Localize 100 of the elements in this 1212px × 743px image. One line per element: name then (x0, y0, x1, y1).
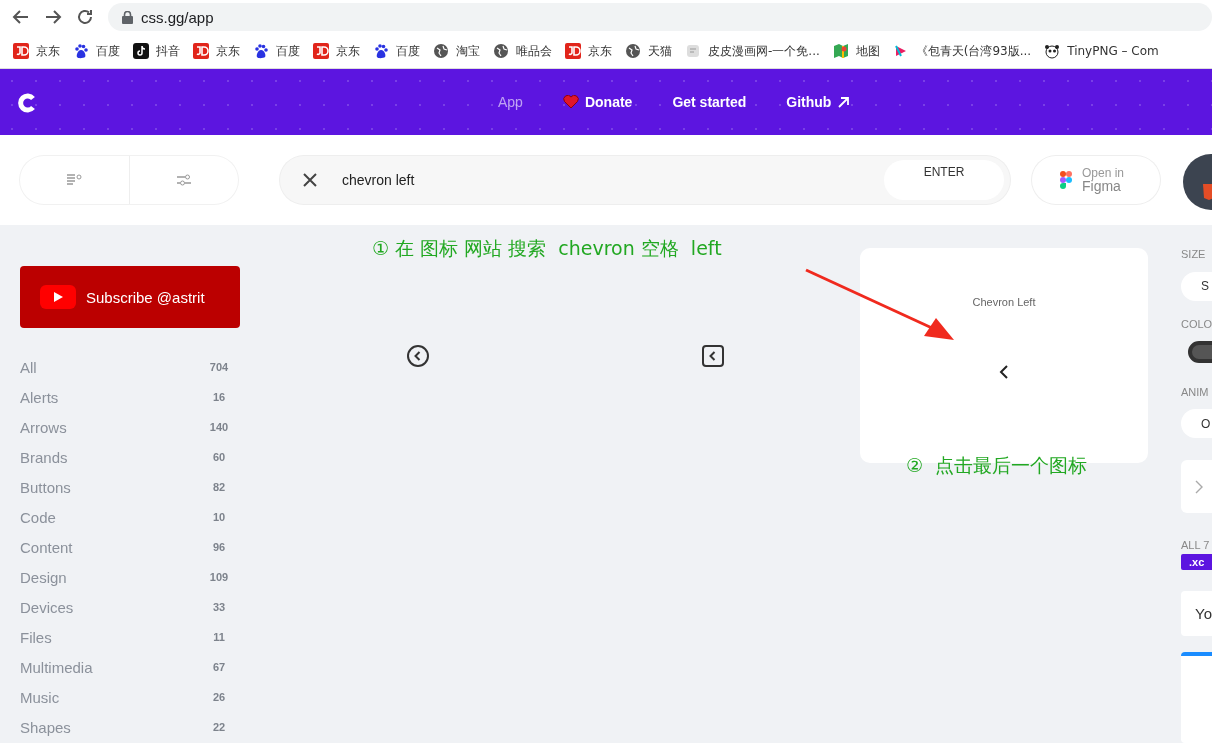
paw-icon (253, 43, 269, 59)
category-label: All (20, 358, 37, 376)
bookmark-label: 《包青天(台湾93版... (915, 42, 1032, 60)
size-select[interactable]: S (1181, 271, 1212, 301)
reload-icon[interactable] (76, 8, 94, 26)
bookmark[interactable]: 百度 (373, 42, 420, 60)
bookmark[interactable]: 百度 (253, 42, 300, 60)
all-label: ALL 7 (1181, 538, 1211, 553)
globe-icon (625, 43, 641, 59)
globe-icon (493, 43, 509, 59)
color-label: COLO (1181, 317, 1212, 332)
category-count: 11 (212, 631, 226, 643)
bookmark[interactable]: 唯品会 (493, 42, 552, 60)
figma-button[interactable]: Open in Figma (1032, 156, 1160, 204)
bookmark-label: 淘宝 (456, 42, 480, 60)
category-count: 33 (211, 601, 227, 613)
icon-title: Chevron Left (972, 296, 1036, 308)
chevron-left-icon (998, 364, 1010, 380)
nav-link[interactable]: Donate (562, 94, 633, 110)
bookmark[interactable]: 皮皮漫画网-一个免... (685, 42, 820, 60)
bookmark[interactable]: 百度 (73, 42, 120, 60)
category-label: Multimedia (20, 658, 93, 676)
animation-label: ANIM (1181, 385, 1210, 400)
heart-icon (562, 95, 579, 109)
category-label: Design (20, 568, 67, 586)
category-label: Buttons (20, 478, 71, 496)
bookmark-label: 地图 (855, 42, 880, 60)
category-label: Files (20, 628, 52, 646)
search-field[interactable]: chevron left ENTER (280, 156, 1010, 204)
bookmark[interactable]: 天猫 (625, 42, 672, 60)
address-bar[interactable]: css.gg/app (108, 3, 1212, 31)
app-icon (133, 43, 149, 59)
arrow-icon (837, 95, 851, 109)
format-tag[interactable]: .xc (1181, 554, 1212, 571)
category-count: 26 (211, 691, 227, 703)
bookmark[interactable]: 抖音 (133, 42, 180, 60)
category-count: 96 (211, 541, 227, 553)
logo-icon (313, 43, 329, 59)
enter-button[interactable]: ENTER (884, 160, 1004, 200)
category-label: Music (20, 688, 60, 706)
category-label: Brands (20, 448, 68, 466)
chevron-right-icon (1195, 479, 1203, 494)
size-label: SIZE (1181, 248, 1207, 262)
annotation-text: ① 在 图标 网站 搜索 chevron 空格 left (372, 236, 722, 261)
logo-icon (13, 43, 29, 59)
globe-icon (433, 43, 449, 59)
nav-link[interactable]: Github (786, 94, 851, 110)
bookmark-label: 京东 (588, 42, 612, 60)
lock-icon (122, 10, 133, 24)
category-count: 67 (211, 661, 227, 673)
close-icon[interactable] (302, 172, 318, 188)
bookmark-label: 百度 (396, 42, 420, 60)
bookmark-label: 百度 (276, 42, 300, 60)
bookmark-label: 百度 (96, 42, 120, 60)
subscribe-button[interactable]: Subscribe @astrit (20, 266, 240, 328)
chevron-circle-icon[interactable] (405, 343, 430, 368)
logo-icon (565, 43, 581, 59)
bookmark-label: 天猫 (648, 42, 672, 60)
map-icon (832, 43, 849, 59)
category-count: 82 (211, 481, 227, 493)
category-item[interactable]: Brands 60 (20, 442, 240, 472)
nav-link[interactable]: App (498, 94, 523, 110)
paw-icon (73, 43, 89, 59)
text-field[interactable]: Yo (1181, 591, 1212, 636)
bookmark[interactable]: 京东 (313, 42, 360, 60)
paw-icon (373, 43, 389, 59)
bookmark[interactable]: 京东 (13, 42, 60, 60)
category-count: 16 (211, 391, 227, 403)
forward-icon[interactable] (44, 8, 62, 26)
category-count: 60 (211, 451, 227, 463)
app-icon (685, 43, 701, 59)
chevron-square-icon[interactable] (701, 344, 724, 367)
category-count: 140 (208, 421, 230, 433)
category-count: 109 (208, 571, 230, 583)
play-icon (40, 285, 76, 309)
bookmark-label: 京东 (336, 42, 360, 60)
category-count: 22 (211, 721, 227, 733)
bookmark-label: 京东 (36, 42, 60, 60)
bookmark[interactable]: 京东 (193, 42, 240, 60)
category-label: Arrows (20, 418, 67, 436)
bookmark[interactable]: 《包青天(台湾93版... (892, 42, 1032, 60)
bookmark[interactable]: 京东 (565, 42, 612, 60)
category-label: Shapes (20, 718, 71, 736)
logo-icon (193, 43, 209, 59)
bookmark[interactable]: 淘宝 (433, 42, 480, 60)
category-label: Devices (20, 598, 74, 616)
bookmark-label: 皮皮漫画网-一个免... (708, 42, 820, 60)
bookmark-label: 抖音 (156, 42, 180, 60)
nav-link[interactable]: Get started (672, 94, 747, 110)
figma-icon (1060, 171, 1072, 189)
bookmark[interactable]: 地图 (832, 42, 880, 60)
category-item[interactable]: Design 109 (20, 562, 240, 592)
category-label: Alerts (20, 388, 59, 406)
animation-select[interactable]: O (1181, 409, 1212, 439)
category-item[interactable]: Content 96 (20, 532, 240, 562)
list-icon (66, 173, 83, 187)
category-count: 704 (208, 361, 230, 373)
bookmark[interactable]: TinyPNG – Com (1044, 43, 1159, 59)
bookmark-label: TinyPNG – Com (1067, 44, 1159, 58)
back-icon[interactable] (12, 8, 30, 26)
